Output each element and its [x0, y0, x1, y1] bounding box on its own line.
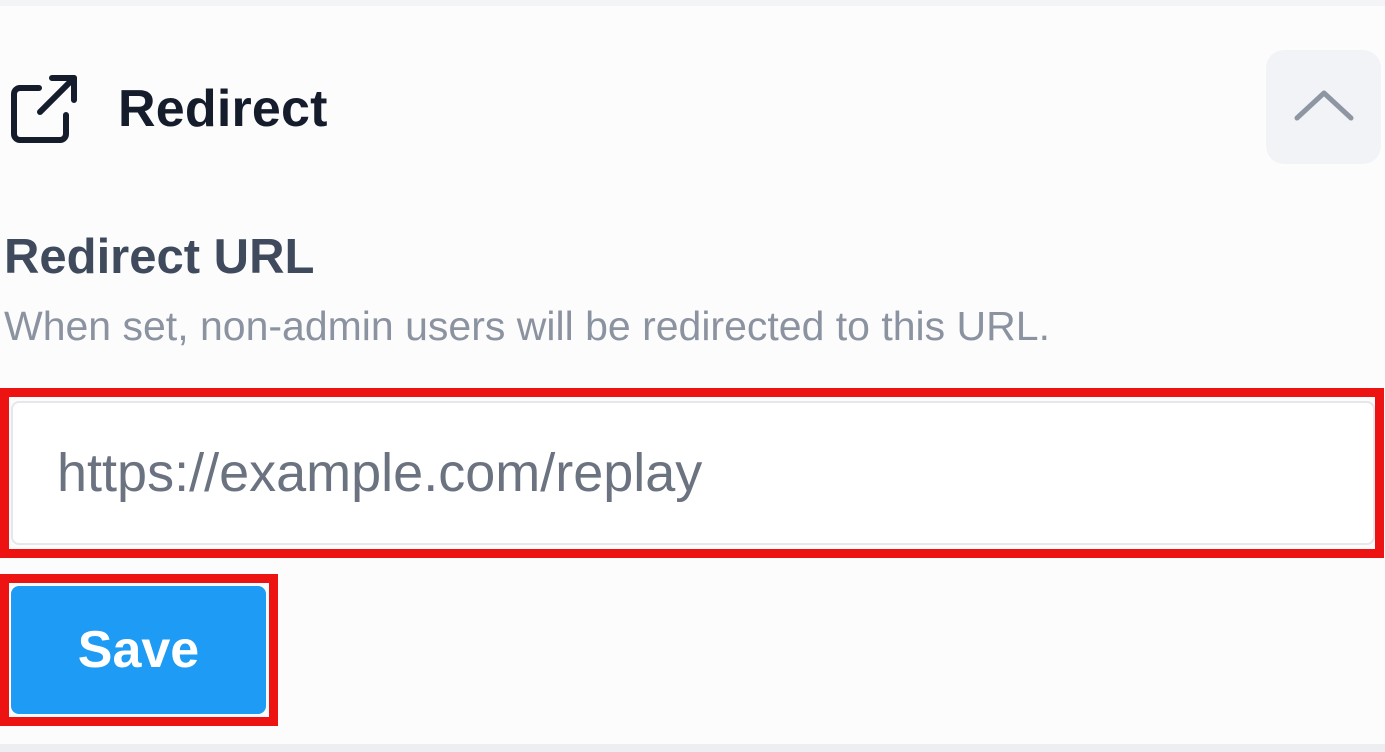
redirect-settings-panel: Redirect Redirect URL When set, non-admi… — [0, 0, 1385, 752]
save-button[interactable]: Save — [11, 586, 266, 714]
field-label: Redirect URL — [4, 230, 315, 284]
top-divider — [0, 0, 1385, 6]
section-title: Redirect — [118, 80, 328, 138]
chevron-up-icon — [1292, 85, 1356, 130]
external-link-icon — [6, 72, 80, 146]
redirect-url-input[interactable] — [11, 401, 1375, 545]
collapse-section-button[interactable] — [1266, 50, 1381, 164]
field-help-text: When set, non-admin users will be redire… — [4, 303, 1050, 349]
bottom-divider — [0, 744, 1385, 752]
section-header: Redirect — [0, 50, 1385, 166]
